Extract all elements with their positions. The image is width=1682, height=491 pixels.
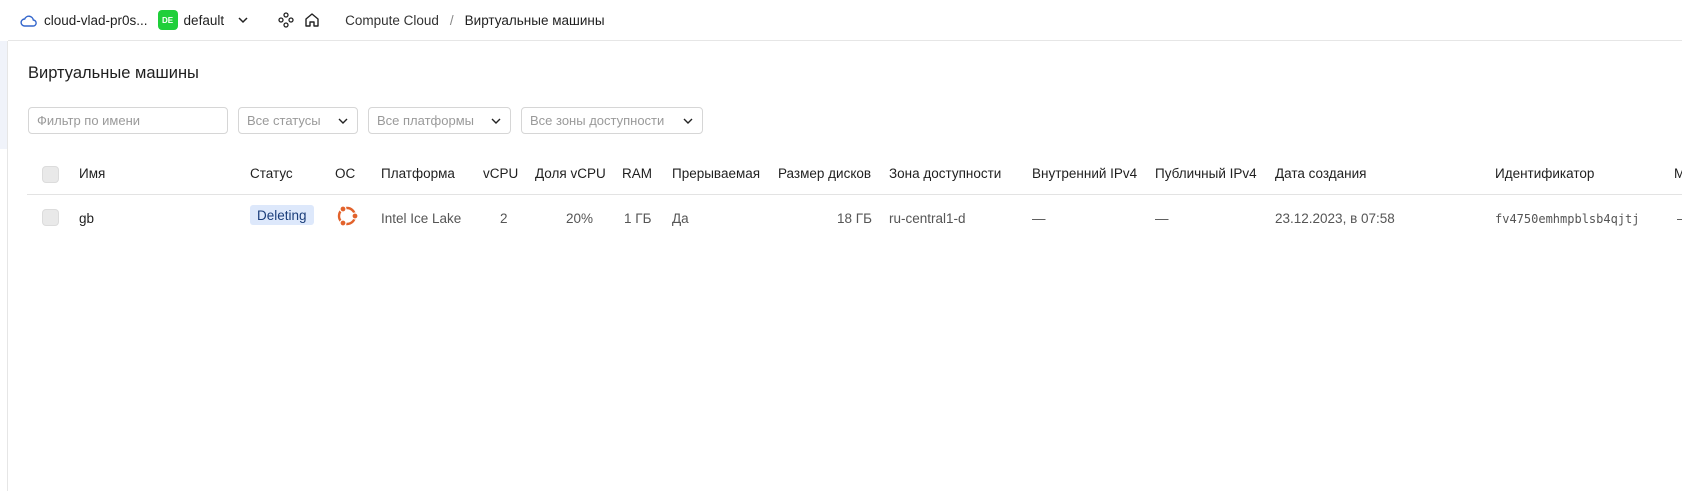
breadcrumb-separator: / xyxy=(449,12,454,28)
vm-name[interactable]: gb xyxy=(79,211,94,226)
status-select-value: Все статусы xyxy=(247,113,321,128)
top-header: cloud-vlad-pr0s... DE default Compute Cl… xyxy=(8,0,1682,41)
vm-ram: 1 ГБ xyxy=(624,211,652,226)
table-header: Имя Статус ОС Платформа vCPU Доля vCPU R… xyxy=(27,160,1682,195)
column-header-id[interactable]: Идентификатор xyxy=(1495,166,1594,181)
platform-select[interactable]: Все платформы xyxy=(368,107,511,134)
table-row[interactable]: gb Deleting Intel Ice Lake 2 20% 1 ГБ Да… xyxy=(27,196,1682,241)
home-icon[interactable] xyxy=(304,12,320,28)
services-icon[interactable] xyxy=(278,12,294,28)
select-all-checkbox[interactable] xyxy=(42,166,59,183)
app-window: cloud-vlad-pr0s... DE default Compute Cl… xyxy=(0,0,1682,491)
vm-vcpu-share: 20% xyxy=(566,211,594,226)
column-header-preemptible[interactable]: Прерываемая xyxy=(672,166,760,181)
cloud-icon[interactable] xyxy=(20,13,38,27)
status-badge: Deleting xyxy=(250,205,314,225)
vm-internal-ipv4: — xyxy=(1032,211,1046,226)
column-header-public-ipv4[interactable]: Публичный IPv4 xyxy=(1155,166,1257,181)
zone-select[interactable]: Все зоны доступности xyxy=(521,107,703,134)
column-header-internal-ipv4[interactable]: Внутренний IPv4 xyxy=(1032,166,1137,181)
folder-badge: DE xyxy=(157,10,178,30)
vm-created: 23.12.2023, в 07:58 xyxy=(1275,211,1395,226)
column-header-os[interactable]: ОС xyxy=(335,166,355,181)
column-header-status[interactable]: Статус xyxy=(250,166,293,181)
vm-disk-size: 18 ГБ xyxy=(837,211,872,226)
folder-name[interactable]: default xyxy=(184,13,225,28)
column-header-ram[interactable]: RAM xyxy=(622,166,652,181)
column-header-extra[interactable]: М xyxy=(1674,166,1682,181)
name-filter-input[interactable]: Фильтр по имени xyxy=(28,107,228,134)
zone-select-value: Все зоны доступности xyxy=(530,113,665,128)
chevron-down-icon xyxy=(682,115,694,127)
gutter-shade xyxy=(0,41,7,149)
platform-select-value: Все платформы xyxy=(377,113,474,128)
chevron-down-icon[interactable] xyxy=(236,13,250,27)
column-header-zone[interactable]: Зона доступности xyxy=(889,166,1001,181)
breadcrumb-compute-cloud[interactable]: Compute Cloud xyxy=(345,13,439,28)
vm-public-ipv4: — xyxy=(1155,211,1169,226)
column-header-disk-size[interactable]: Размер дисков xyxy=(778,166,871,181)
column-header-name[interactable]: Имя xyxy=(79,166,105,181)
row-checkbox[interactable] xyxy=(42,209,59,226)
column-header-vcpu[interactable]: vCPU xyxy=(483,166,518,181)
column-header-created[interactable]: Дата создания xyxy=(1275,166,1367,181)
vm-preemptible: Да xyxy=(672,211,689,226)
cloud-name[interactable]: cloud-vlad-pr0s... xyxy=(44,13,148,28)
ubuntu-icon xyxy=(335,203,361,229)
vm-platform: Intel Ice Lake xyxy=(381,211,462,226)
page-title: Виртуальные машины xyxy=(28,64,199,82)
vm-zone: ru-central1-d xyxy=(889,211,966,226)
vm-id[interactable]: fv4750emhmpblsb4qjtj xyxy=(1495,212,1640,226)
vm-extra: – xyxy=(1677,211,1682,226)
name-filter-placeholder: Фильтр по имени xyxy=(37,113,141,128)
column-header-vcpu-share[interactable]: Доля vCPU xyxy=(535,166,606,181)
chevron-down-icon xyxy=(490,115,502,127)
chevron-down-icon xyxy=(337,115,349,127)
vm-vcpu: 2 xyxy=(500,211,508,226)
column-header-platform[interactable]: Платформа xyxy=(381,166,455,181)
breadcrumb-current: Виртуальные машины xyxy=(464,12,605,28)
status-select[interactable]: Все статусы xyxy=(238,107,358,134)
